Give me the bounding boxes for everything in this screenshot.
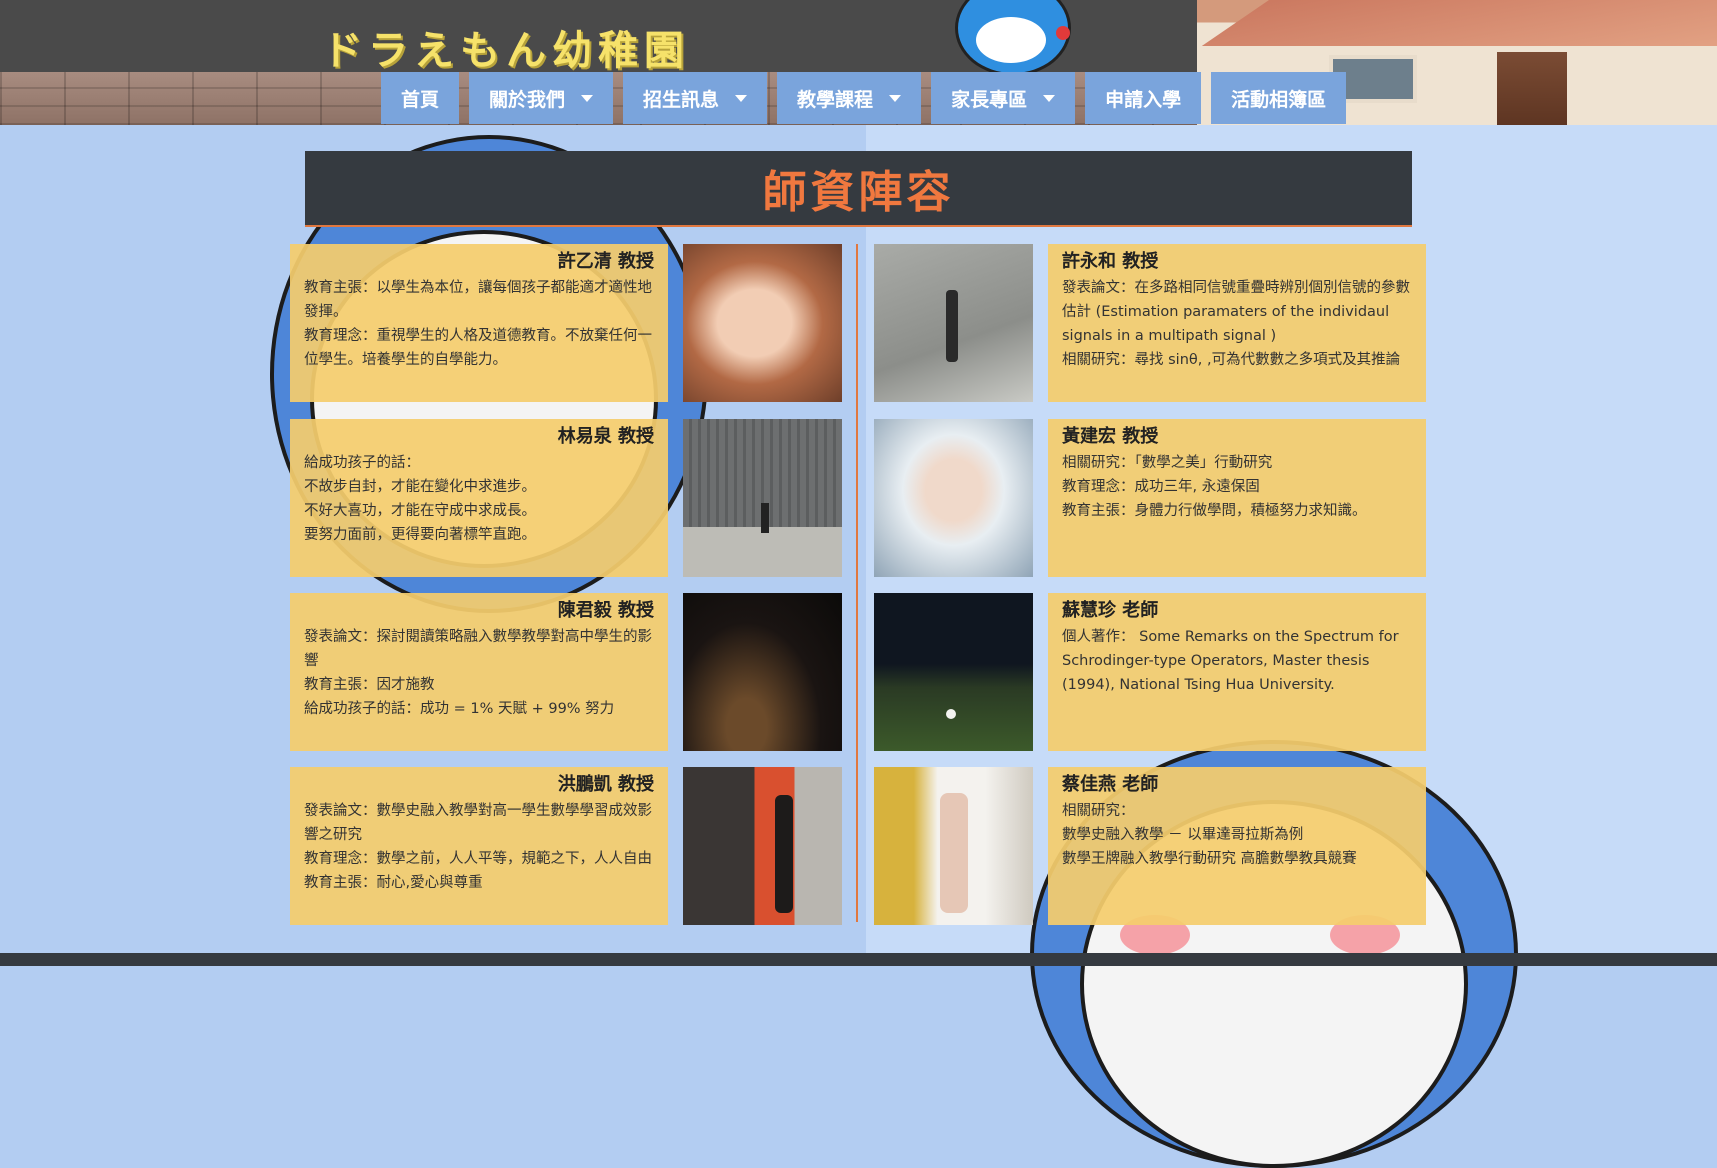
teacher-detail: 要努力面前，更得要向著標竿直跑。 (304, 527, 536, 543)
teacher-name: 黃建宏 教授 (1062, 426, 1159, 447)
teacher-detail: 數學史融入教學 － 以畢達哥拉斯為例 (1062, 827, 1304, 843)
nav-item-label: 家長專區 (951, 88, 1028, 111)
teacher-name: 許永和 教授 (1062, 251, 1159, 272)
nav-item-home[interactable]: 首頁 (381, 72, 460, 124)
teacher-card: 陳君毅 教授 發表論文：探討閱讀策略融入數學教學對高中學生的影響 教育主張：因才… (290, 593, 668, 751)
page-title: 師資陣容 (762, 167, 955, 218)
teacher-photo[interactable] (683, 244, 842, 402)
nav-item-label: 招生訊息 (643, 88, 720, 111)
teacher-card: 許永和 教授 發表論文：在多路相同信號重疊時辨別個別信號的參數估計 (Estim… (1048, 244, 1426, 402)
chevron-down-icon (581, 94, 594, 102)
teacher-detail: 教育主張：以學生為本位，讓每個孩子都能適才適性地發揮。 (304, 280, 652, 320)
teacher-detail: 教育理念：數學之前，人人平等，規範之下，人人自由 (304, 851, 652, 867)
figure-silhouette (940, 793, 968, 913)
page-title-bar: 師資陣容 (305, 151, 1412, 227)
chevron-down-icon (1043, 94, 1056, 102)
golf-ball (946, 709, 956, 719)
doraemon-mascot-icon (955, 0, 1071, 76)
nav-item-albums[interactable]: 活動相簿區 (1211, 72, 1347, 124)
nav-item-parents[interactable]: 家長專區 (931, 72, 1076, 124)
teacher-card: 蔡佳燕 老師 相關研究： 數學史融入教學 － 以畢達哥拉斯為例 數學王牌融入教學… (1048, 767, 1426, 925)
figure-silhouette (775, 795, 793, 913)
nav-item-label: 首頁 (401, 88, 440, 111)
teacher-name: 蘇慧珍 老師 (1062, 600, 1159, 621)
teacher-photo[interactable] (683, 419, 842, 577)
teacher-name: 林易泉 教授 (557, 426, 654, 447)
teacher-name: 許乙清 教授 (557, 251, 654, 272)
teacher-photo[interactable] (874, 244, 1033, 402)
teacher-detail: 教育理念：成功三年, 永遠保固 (1062, 479, 1260, 495)
nav-item-label: 申請入學 (1105, 88, 1182, 111)
nav-item-about[interactable]: 關於我們 (469, 72, 614, 124)
figure-silhouette (761, 503, 769, 533)
main-nav: 首頁 關於我們 招生訊息 教學課程 家長專區 申請入學 活動相簿區 (381, 72, 1347, 124)
teacher-photo[interactable] (683, 593, 842, 751)
teacher-card: 林易泉 教授 給成功孩子的話： 不故步自封，才能在變化中求進步。 不好大喜功，才… (290, 419, 668, 577)
teacher-detail: 相關研究：「數學之美」行動研究 (1062, 455, 1273, 471)
teacher-detail: 給成功孩子的話： (304, 455, 420, 471)
teacher-detail: 不故步自封，才能在變化中求進步。 (304, 479, 536, 495)
chevron-down-icon (889, 94, 902, 102)
teacher-detail: 相關研究： (1062, 803, 1135, 819)
teacher-detail: 教育主張：身體力行做學問，積極努力求知識。 (1062, 503, 1367, 519)
teacher-name: 蔡佳燕 老師 (1062, 774, 1159, 795)
nav-item-label: 活動相簿區 (1231, 88, 1327, 111)
teacher-detail: 個人著作： Some Remarks on the Spectrum for S… (1062, 629, 1399, 693)
figure-silhouette (946, 290, 958, 362)
nav-item-admissions-info[interactable]: 招生訊息 (623, 72, 768, 124)
column-divider (856, 244, 858, 922)
teacher-detail: 發表論文：在多路相同信號重疊時辨別個別信號的參數估計 (Estimation p… (1062, 280, 1410, 344)
teacher-card: 許乙清 教授 教育主張：以學生為本位，讓每個孩子都能適才適性地發揮。 教育理念：… (290, 244, 668, 402)
house-door (1497, 52, 1567, 125)
teacher-card: 洪鵬凱 教授 發表論文：數學史融入教學對高一學生數學學習成效影響之研究 教育理念… (290, 767, 668, 925)
teacher-detail: 發表論文：探討閱讀策略融入數學教學對高中學生的影響 (304, 629, 652, 669)
teacher-name: 陳君毅 教授 (557, 600, 654, 621)
site-logo[interactable]: ドラえもん幼稚園 (322, 18, 690, 76)
teacher-detail: 不好大喜功，才能在守成中求成長。 (304, 503, 536, 519)
nav-item-label: 教學課程 (797, 88, 874, 111)
teacher-detail: 發表論文：數學史融入教學對高一學生數學學習成效影響之研究 (304, 803, 652, 843)
teacher-photo[interactable] (874, 767, 1033, 925)
page-footer (0, 953, 1717, 966)
teacher-card: 蘇慧珍 老師 個人著作： Some Remarks on the Spectru… (1048, 593, 1426, 751)
teacher-photo[interactable] (683, 767, 842, 925)
ground (683, 527, 842, 577)
teacher-card: 黃建宏 教授 相關研究：「數學之美」行動研究 教育理念：成功三年, 永遠保固 教… (1048, 419, 1426, 577)
teacher-photo[interactable] (874, 419, 1033, 577)
bell-icon (1056, 26, 1070, 40)
nav-item-apply[interactable]: 申請入學 (1085, 72, 1202, 124)
teacher-photo[interactable] (874, 593, 1033, 751)
nav-item-courses[interactable]: 教學課程 (777, 72, 922, 124)
teacher-name: 洪鵬凱 教授 (557, 774, 654, 795)
teacher-detail: 教育主張：耐心,愛心與尊重 (304, 875, 483, 891)
chevron-down-icon (735, 94, 748, 102)
teacher-detail: 相關研究：尋找 sinθ, ,可為代數數之多項式及其推論 (1062, 352, 1401, 368)
teacher-detail: 給成功孩子的話：成功 = 1% 天賦 + 99% 努力 (304, 701, 615, 717)
teacher-detail: 教育理念：重視學生的人格及道德教育。不放棄任何一位學生。培養學生的自學能力。 (304, 328, 652, 368)
nav-item-label: 關於我們 (489, 88, 566, 111)
teacher-detail: 教育主張：因才施教 (304, 677, 435, 693)
teacher-detail: 數學王牌融入教學行動研究 高膽數學教具競賽 (1062, 851, 1357, 867)
